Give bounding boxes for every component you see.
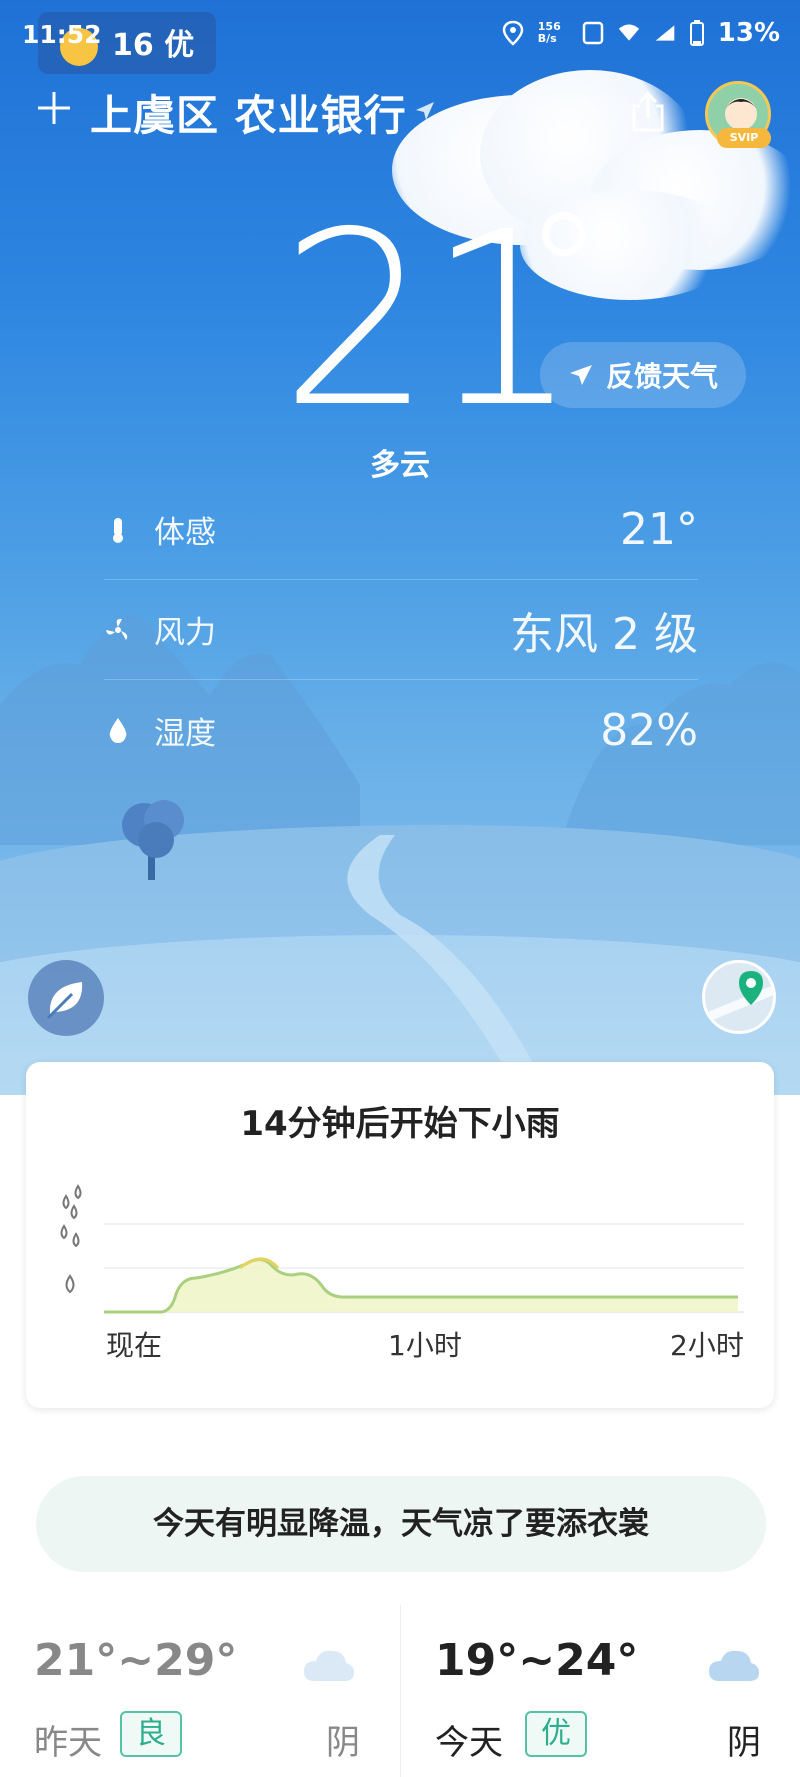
leaf-icon bbox=[46, 982, 83, 1020]
status-bar: 11:52 16 优 156 B/s 13% bbox=[0, 0, 800, 74]
net-speed: 156 B/s bbox=[537, 20, 561, 45]
cloud-icon bbox=[304, 1650, 354, 1681]
rain-title: 14分钟后开始下小雨 bbox=[240, 1104, 560, 1144]
detail-row-feels-like: 体感 21° bbox=[104, 480, 698, 580]
wifi-icon bbox=[618, 24, 639, 41]
map-button[interactable] bbox=[702, 960, 776, 1034]
nfc-icon bbox=[582, 21, 604, 45]
signal-icon bbox=[655, 25, 675, 41]
feedback-label: 反馈天气 bbox=[605, 360, 718, 393]
add-city-icon[interactable] bbox=[36, 90, 72, 126]
detail-row-humidity: 湿度 82% bbox=[104, 680, 698, 780]
humidity-icon bbox=[109, 718, 127, 743]
send-icon bbox=[569, 365, 592, 385]
road-decoration bbox=[347, 835, 550, 1095]
clock: 11:52 bbox=[22, 20, 102, 49]
light-rain-icon bbox=[65, 1274, 75, 1294]
detail-label: 湿度 bbox=[154, 715, 216, 752]
detail-value: 东风 2 级 bbox=[510, 608, 698, 660]
forecast-condition: 阴 bbox=[727, 1723, 761, 1763]
forecast-day: 今天 bbox=[435, 1723, 503, 1763]
forecast-range: 21°~29° bbox=[34, 1635, 238, 1686]
axis-label-now: 现在 bbox=[106, 1329, 163, 1362]
current-condition: 多云 bbox=[370, 448, 430, 483]
forecast-condition: 阴 bbox=[326, 1723, 360, 1763]
degree-symbol bbox=[542, 212, 586, 256]
leaf-button[interactable] bbox=[28, 960, 104, 1036]
feedback-button[interactable]: 反馈天气 bbox=[540, 342, 746, 408]
aqi-badge: 优 bbox=[525, 1711, 587, 1757]
location-arrow-icon bbox=[416, 102, 434, 120]
top-bar: 上虞区 农业银行 SVIP bbox=[0, 78, 800, 148]
forecast-today[interactable]: 19°~24° 今天 优 阴 bbox=[400, 1605, 800, 1777]
weather-details: 体感 21° 风力 东风 2 级 湿度 82% bbox=[104, 480, 698, 780]
forecast-yesterday[interactable]: 21°~29° 昨天 良 阴 bbox=[0, 1605, 400, 1777]
current-temperature: 21 bbox=[280, 180, 579, 460]
cloud-icon bbox=[709, 1650, 759, 1681]
wind-icon bbox=[106, 618, 128, 640]
city-name[interactable]: 上虞区 农业银行 bbox=[90, 82, 407, 143]
weather-tip[interactable]: 今天有明显降温，天气凉了要添衣裳 bbox=[36, 1476, 766, 1572]
heavy-rain-icon bbox=[62, 1184, 82, 1220]
tree-decoration bbox=[122, 800, 184, 880]
forecast-range: 19°~24° bbox=[435, 1635, 639, 1686]
precipitation-chart bbox=[60, 1184, 744, 1314]
battery-icon bbox=[689, 20, 704, 46]
vip-badge: SVIP bbox=[717, 128, 771, 148]
detail-label: 体感 bbox=[154, 515, 216, 551]
thermometer-icon bbox=[113, 517, 123, 543]
moderate-rain-icon bbox=[60, 1224, 80, 1248]
axis-label-2h: 2小时 bbox=[670, 1329, 744, 1362]
forecast-day: 昨天 bbox=[34, 1723, 102, 1763]
detail-row-wind: 风力 东风 2 级 bbox=[104, 580, 698, 680]
share-icon[interactable] bbox=[630, 92, 666, 132]
aqi-value: 16 优 bbox=[112, 28, 195, 63]
battery-level: 13% bbox=[717, 18, 780, 48]
detail-value: 21° bbox=[620, 504, 698, 555]
detail-value: 82% bbox=[600, 704, 698, 756]
detail-label: 风力 bbox=[154, 615, 216, 651]
location-icon bbox=[502, 20, 524, 46]
rain-forecast-card[interactable]: 14分钟后开始下小雨 现在 1小时 2小时 bbox=[26, 1062, 774, 1408]
axis-label-1h: 1小时 bbox=[388, 1329, 462, 1362]
aqi-badge: 良 bbox=[120, 1711, 182, 1757]
